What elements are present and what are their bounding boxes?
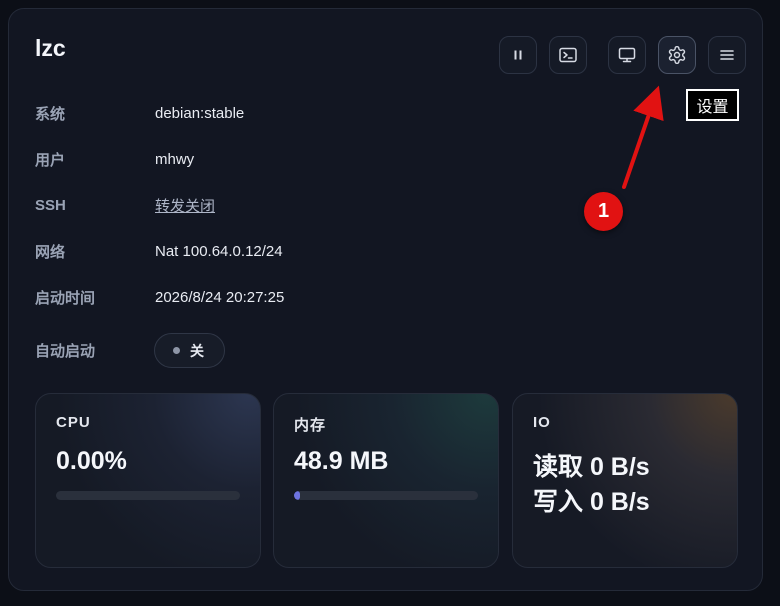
pause-icon xyxy=(511,48,525,62)
autostart-toggle[interactable]: 关 xyxy=(154,333,225,368)
cpu-usage-bar xyxy=(56,491,240,500)
memory-stat-card: 内存 48.9 MB xyxy=(273,393,499,568)
terminal-button[interactable] xyxy=(549,36,587,74)
terminal-icon xyxy=(559,47,577,63)
info-label: SSH xyxy=(35,196,66,214)
memory-usage-bar xyxy=(294,491,478,500)
memory-usage-fill xyxy=(294,491,300,500)
io-read-value: 读取 0 B/s xyxy=(533,453,650,481)
pause-button[interactable] xyxy=(499,36,537,74)
settings-button[interactable] xyxy=(658,36,696,74)
info-row-network: 网络 Nat 100.64.0.12/24 xyxy=(35,240,283,262)
info-row-system: 系统 debian:stable xyxy=(35,102,244,124)
display-button[interactable] xyxy=(608,36,646,74)
io-stat-card: IO 读取 0 B/s 写入 0 B/s xyxy=(512,393,738,568)
cpu-value: 0.00% xyxy=(56,447,127,475)
toggle-dot xyxy=(173,347,180,354)
info-row-boot-time: 启动时间 2026/8/24 20:27:25 xyxy=(35,286,284,308)
step-badge: 1 xyxy=(584,192,623,231)
info-label: 自动启动 xyxy=(35,342,96,360)
info-label: 用户 xyxy=(35,151,66,169)
monitor-icon xyxy=(618,47,636,63)
stat-title: IO xyxy=(533,414,551,431)
cpu-stat-card: CPU 0.00% xyxy=(35,393,261,568)
info-label: 系统 xyxy=(35,105,66,123)
info-label: 启动时间 xyxy=(35,289,96,307)
info-row-user: 用户 mhwy xyxy=(35,148,194,170)
io-write-value: 写入 0 B/s xyxy=(533,488,650,516)
info-value: mhwy xyxy=(155,150,195,168)
vm-card: lzc 设置 1 系统 debian:stable 用户 mhwy SSH 转发… xyxy=(8,8,763,591)
stat-title: CPU xyxy=(56,414,91,431)
stat-title: 内存 xyxy=(294,417,327,434)
ssh-forward-link[interactable]: 转发关闭 xyxy=(155,195,215,216)
vm-name: lzc xyxy=(35,35,66,61)
info-value: 2026/8/24 20:27:25 xyxy=(155,288,285,306)
info-value: debian:stable xyxy=(155,104,245,122)
gear-icon xyxy=(667,45,687,65)
menu-button[interactable] xyxy=(708,36,746,74)
info-label: 网络 xyxy=(35,243,66,261)
settings-tooltip: 设置 xyxy=(686,89,739,121)
hamburger-menu-icon xyxy=(719,48,735,62)
info-value: Nat 100.64.0.12/24 xyxy=(155,242,283,260)
memory-value: 48.9 MB xyxy=(294,447,389,475)
toggle-label: 关 xyxy=(190,342,204,359)
info-row-ssh: SSH 转发关闭 xyxy=(35,194,215,216)
info-row-autostart: 自动启动 xyxy=(35,339,155,361)
